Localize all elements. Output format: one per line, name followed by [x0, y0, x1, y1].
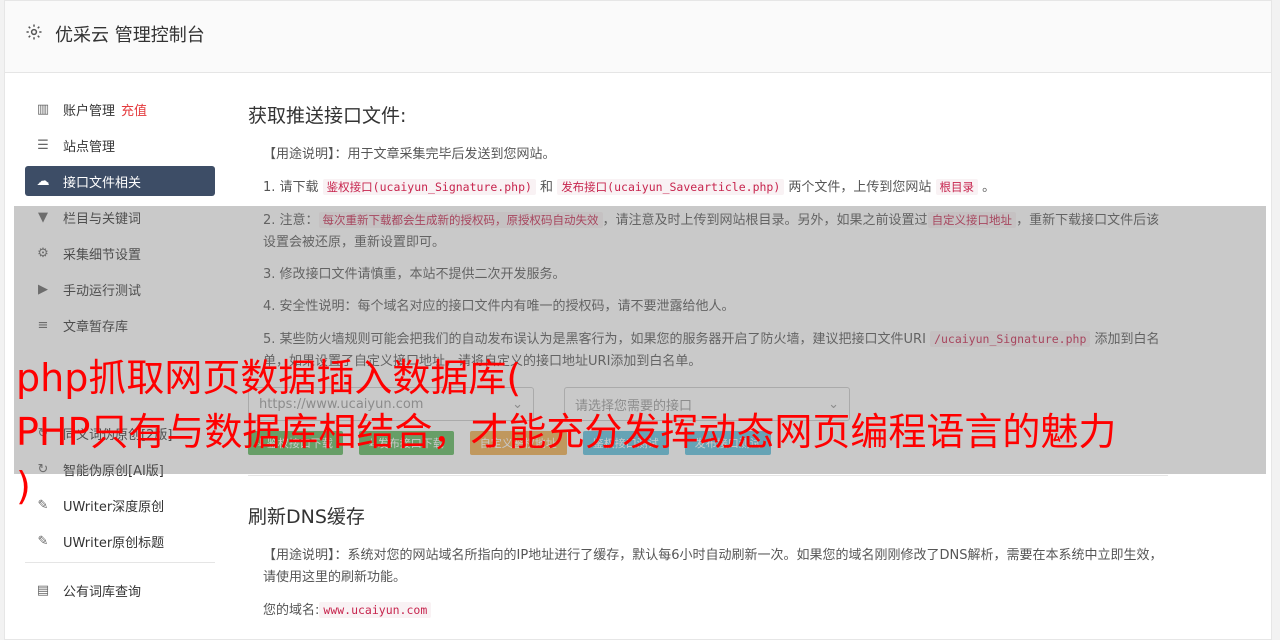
text: 两个文件，上传到您网站: [784, 180, 936, 195]
section-title: 获取推送接口文件:: [248, 105, 407, 127]
sidebar-item-uwriter-title[interactable]: ✎ UWriter原创标题: [25, 526, 215, 556]
usage-text: ：系统对您的网站域名所指向的IP地址进行了缓存，默认每6小时自动刷新一次。如果您…: [263, 548, 1163, 585]
domain-line: 您的域名: www.ucaiyun.com: [248, 599, 1168, 622]
sidebar-item-account[interactable]: ▥ 账户管理 充值: [25, 94, 215, 124]
cloud-upload-icon: ☁: [36, 173, 50, 189]
edit-icon: ✎: [37, 497, 49, 513]
domain-value: www.ucaiyun.com: [319, 602, 432, 618]
watermark-line-2: PHP只有与数据库相结合，才能充分发挥动态网页编程语言的魅力: [16, 410, 1117, 454]
code-savearticle: 发布接口(ucaiyun_Savearticle.php): [557, 179, 785, 195]
page-title: 优采云 管理控制台: [55, 25, 205, 46]
sidebar-item-public-lexicon[interactable]: ▤ 公有词库查询: [25, 575, 215, 605]
sidebar-item-label: 接口文件相关: [63, 175, 142, 191]
server-icon: ☰: [37, 137, 49, 153]
text: 和: [535, 180, 558, 195]
code-root: 根目录: [935, 179, 979, 195]
domain-label: 您的域名:: [263, 603, 320, 618]
watermark-line-1: php抓取网页数据插入数据库(: [16, 356, 522, 400]
recharge-link[interactable]: 充值: [121, 100, 147, 119]
bar-chart-icon: ▥: [36, 101, 50, 117]
sidebar-item-label: 站点管理: [63, 139, 116, 155]
usage-note: 【用途说明】：用于文章采集完毕后发送到您网站。: [248, 144, 1168, 166]
instruction-1: 1. 请下载 鉴权接口(ucaiyun_Signature.php) 和 发布接…: [248, 176, 1168, 199]
sidebar-item-label: UWriter原创标题: [63, 535, 165, 551]
sidebar-item-label: 公有词库查询: [63, 584, 142, 600]
sidebar-item-label: 账户管理: [63, 103, 116, 119]
text: 1. 请下载: [263, 180, 323, 195]
sidebar-item-uwriter-deep[interactable]: ✎ UWriter深度原创: [25, 490, 215, 520]
header: 优采云 管理控制台: [5, 1, 1271, 73]
usage-prefix: 【用途说明】: [263, 147, 335, 162]
edit-icon: ✎: [37, 533, 49, 549]
dns-section-title: 刷新DNS缓存: [248, 506, 365, 528]
usage-prefix: 【用途说明】: [263, 548, 335, 563]
book-icon: ▤: [36, 582, 50, 598]
watermark-line-3: ): [16, 464, 31, 508]
sidebar-item-sites[interactable]: ☰ 站点管理: [25, 130, 215, 160]
sidebar-item-interface-files[interactable]: ☁ 接口文件相关: [25, 166, 215, 196]
dns-usage-note: 【用途说明】：系统对您的网站域名所指向的IP地址进行了缓存，默认每6小时自动刷新…: [248, 545, 1168, 589]
sidebar-item-label: UWriter深度原创: [63, 499, 165, 515]
section-divider: [248, 475, 1168, 476]
usage-text: ：用于文章采集完毕后发送到您网站。: [334, 147, 556, 162]
code-signature: 鉴权接口(ucaiyun_Signature.php): [322, 179, 536, 195]
gear-icon: [26, 24, 42, 40]
text: 。: [978, 180, 996, 195]
sidebar-divider: [25, 562, 215, 563]
